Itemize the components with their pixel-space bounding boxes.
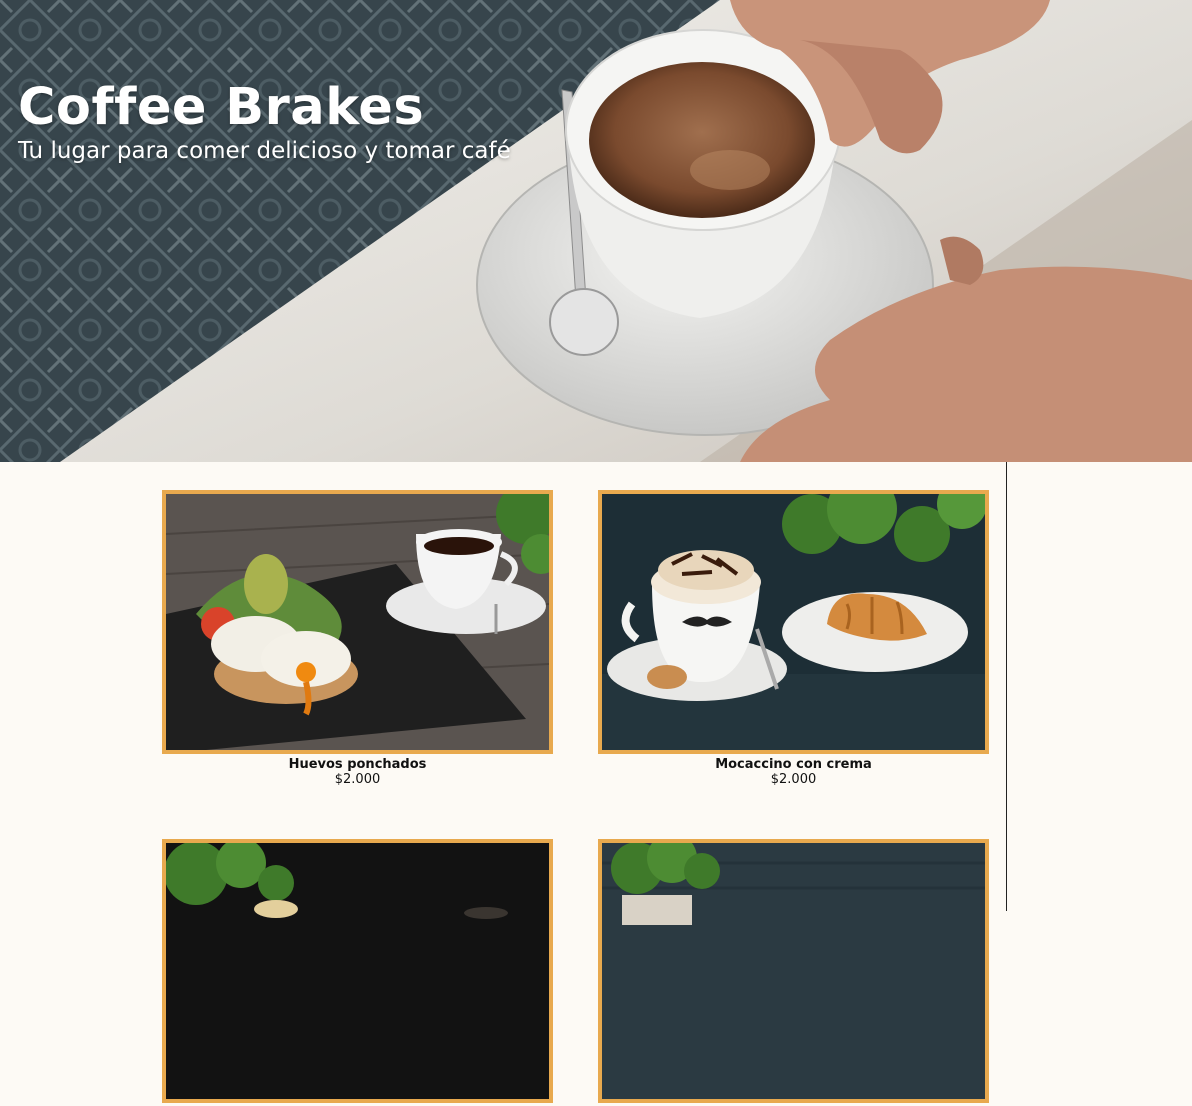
menu-item-name: Mocaccino con crema [715,757,872,772]
menu-item-price: $2.000 [334,772,381,787]
hero-banner: Coffee Brakes Tu lugar para comer delici… [0,0,1192,462]
hero-coffee-photo [0,0,1192,462]
menu-card-3[interactable] [162,839,553,1106]
menu-card-mocaccino[interactable]: Mocaccino con crema $2.000 [598,490,989,787]
menu-card-huevos[interactable]: Huevos ponchados $2.000 [162,490,553,787]
plant-table-photo[interactable] [598,839,989,1103]
menu-item-name: Huevos ponchados [288,757,427,772]
content-divider [1006,462,1007,911]
site-title: Coffee Brakes [18,78,425,137]
dark-coffee-photo[interactable] [162,839,553,1103]
site-subtitle: Tu lugar para comer delicioso y tomar ca… [18,138,511,164]
poached-eggs-photo[interactable] [162,490,553,754]
mocaccino-photo[interactable] [598,490,989,754]
menu-item-price: $2.000 [770,772,817,787]
menu-card-4[interactable] [598,839,989,1106]
